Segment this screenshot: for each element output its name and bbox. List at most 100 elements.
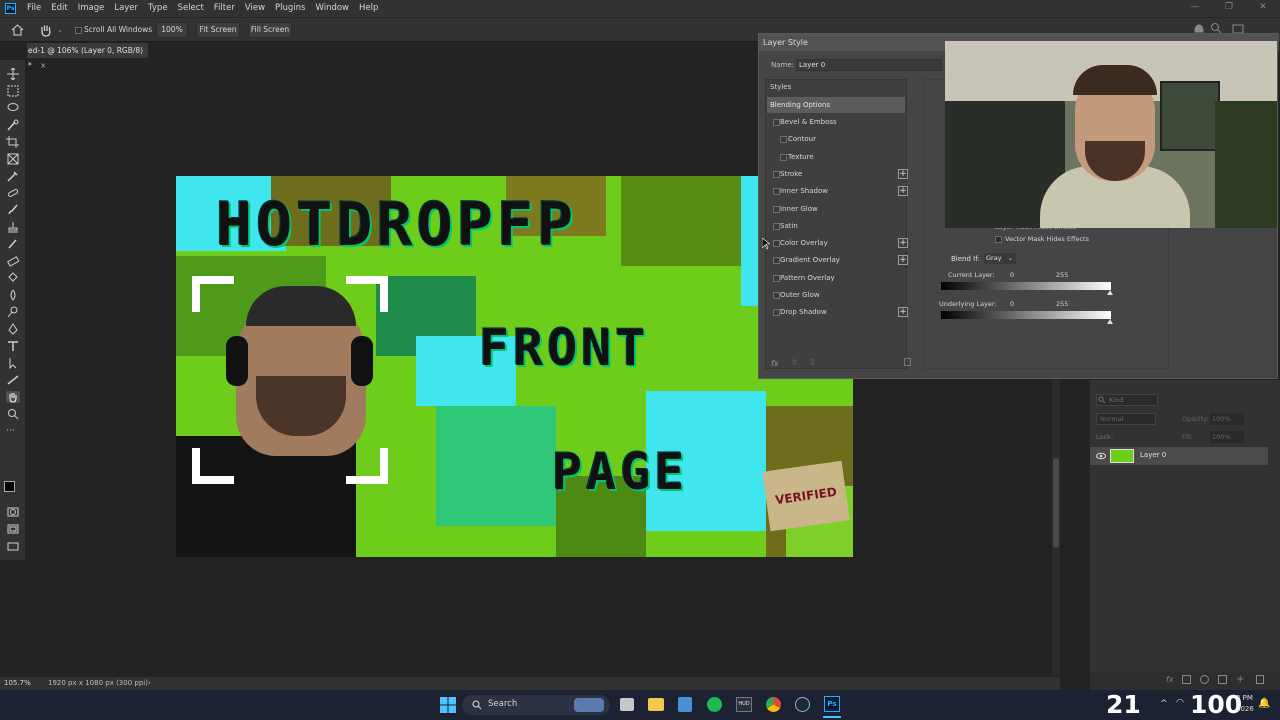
zoom-level[interactable]: 105.7% xyxy=(4,677,31,690)
style-item-stroke[interactable]: Stroke + xyxy=(767,166,908,182)
history-brush-icon[interactable] xyxy=(6,238,20,250)
chevron-down-icon[interactable]: ⌄ xyxy=(57,26,63,34)
menu-layer[interactable]: Layer xyxy=(109,0,143,17)
arrow-up-icon[interactable]: ⇧ xyxy=(791,358,798,367)
mask-icon[interactable] xyxy=(1182,675,1191,684)
style-checkbox[interactable] xyxy=(780,136,787,144)
add-style-plus-icon[interactable]: + xyxy=(898,186,908,197)
style-checkbox[interactable] xyxy=(773,292,780,299)
canvas-image[interactable]: VERIFIED HOTDROPFP FRONT PAGE xyxy=(176,176,853,557)
layer-name-input[interactable]: Layer 0 xyxy=(796,59,942,71)
paint-bucket-icon[interactable] xyxy=(6,272,20,284)
maximize-button[interactable]: ❐ xyxy=(1212,0,1246,17)
blend-mode-select[interactable]: Normal xyxy=(1096,413,1156,425)
menu-plugins[interactable]: Plugins xyxy=(270,0,310,17)
clock-time[interactable]: 2 PM xyxy=(1236,694,1253,702)
style-checkbox[interactable] xyxy=(773,274,780,282)
notepad-icon[interactable] xyxy=(678,697,692,712)
home-icon[interactable] xyxy=(11,24,24,36)
status-menu-arrow[interactable]: › xyxy=(148,677,151,690)
dodge-tool-icon[interactable] xyxy=(6,306,20,318)
current-layer-slider[interactable] xyxy=(941,282,1111,290)
crop-tool-icon[interactable] xyxy=(6,136,20,148)
document-tab[interactable]: ed-1 @ 106% (Layer 0, RGB/8) * × xyxy=(27,43,148,70)
arrow-down-icon[interactable]: ⇩ xyxy=(809,358,816,367)
eyedropper-icon[interactable] xyxy=(6,170,20,182)
menu-image[interactable]: Image xyxy=(73,0,110,17)
style-checkbox[interactable] xyxy=(773,119,780,126)
scroll-all-windows-checkbox[interactable] xyxy=(75,27,82,34)
vector-mask-checkbox[interactable] xyxy=(995,236,1002,243)
style-item-drop-shadow[interactable]: Drop Shadow + xyxy=(767,304,908,320)
edit-toolbar-icon[interactable] xyxy=(6,540,20,552)
blending-options-item[interactable]: Blending Options xyxy=(767,97,905,113)
menu-window[interactable]: Window xyxy=(310,0,354,17)
style-item-gradient-overlay[interactable]: Gradient Overlay + xyxy=(767,252,908,268)
style-checkbox[interactable] xyxy=(780,153,787,161)
style-checkbox[interactable] xyxy=(773,222,780,230)
style-checkbox[interactable] xyxy=(773,240,780,248)
style-item-bevel-emboss[interactable]: Bevel & Emboss xyxy=(767,114,907,130)
style-checkbox[interactable] xyxy=(773,188,780,196)
style-checkbox[interactable] xyxy=(773,205,780,213)
minimize-button[interactable]: — xyxy=(1178,0,1212,17)
eraser-tool-icon[interactable] xyxy=(6,255,20,267)
quick-select-icon[interactable] xyxy=(6,119,20,131)
blur-tool-icon[interactable] xyxy=(6,289,20,301)
style-checkbox[interactable] xyxy=(773,257,780,265)
clock-date[interactable]: 2026 xyxy=(1236,705,1254,713)
underlying-layer-slider[interactable] xyxy=(941,311,1111,319)
trash-icon[interactable] xyxy=(904,358,911,366)
style-item-texture[interactable]: Texture xyxy=(767,149,907,165)
style-item-inner-glow[interactable]: Inner Glow xyxy=(767,201,907,217)
healing-brush-icon[interactable] xyxy=(6,187,20,199)
menu-filter[interactable]: Filter xyxy=(209,0,240,17)
fit-screen-button[interactable]: Fit Screen xyxy=(196,22,240,38)
menu-file[interactable]: File xyxy=(22,0,46,17)
fx-icon[interactable]: fx xyxy=(771,359,779,368)
hand-tool-icon[interactable] xyxy=(39,23,53,37)
trash-icon[interactable] xyxy=(1256,675,1264,684)
slider-handle[interactable] xyxy=(1107,290,1113,295)
screen-mode-icon[interactable] xyxy=(6,523,20,535)
path-select-icon[interactable] xyxy=(6,357,20,369)
taskbar-search-box[interactable]: Search xyxy=(462,695,610,715)
close-button[interactable]: ✕ xyxy=(1246,0,1280,17)
rectangle-tool-icon[interactable] xyxy=(6,374,20,386)
adjustment-icon[interactable] xyxy=(1200,675,1209,684)
file-explorer-icon[interactable] xyxy=(648,698,664,711)
menu-help[interactable]: Help xyxy=(354,0,383,17)
chrome-icon[interactable] xyxy=(766,697,781,712)
quick-mask-icon[interactable] xyxy=(6,506,20,518)
slider-handle[interactable] xyxy=(1107,319,1113,324)
layer-name[interactable]: Layer 0 xyxy=(1140,451,1166,459)
vertical-scroll-thumb[interactable] xyxy=(1053,458,1059,548)
menu-select[interactable]: Select xyxy=(173,0,209,17)
steam-icon[interactable] xyxy=(795,697,810,712)
windows-start-icon[interactable] xyxy=(440,697,456,713)
document-info[interactable]: 1920 px x 1080 px (300 ppi) xyxy=(48,677,148,690)
chevron-up-icon[interactable]: ^ xyxy=(1160,699,1168,709)
layer-row[interactable]: Layer 0 xyxy=(1090,447,1268,465)
frame-tool-icon[interactable] xyxy=(6,153,20,165)
notification-bell-icon[interactable]: 🔔 xyxy=(1258,698,1270,709)
style-checkbox[interactable] xyxy=(773,309,780,317)
eye-icon[interactable] xyxy=(1096,452,1106,460)
wifi-icon[interactable]: ◠ xyxy=(1176,698,1184,708)
fx-icon[interactable]: fx xyxy=(1166,675,1174,684)
brush-tool-icon[interactable] xyxy=(6,204,20,216)
style-item-inner-shadow[interactable]: Inner Shadow + xyxy=(767,183,908,199)
opacity-input[interactable]: 100% xyxy=(1210,413,1244,425)
clone-stamp-icon[interactable] xyxy=(6,221,20,233)
pen-tool-icon[interactable] xyxy=(6,323,20,335)
add-style-plus-icon[interactable]: + xyxy=(898,307,908,318)
move-tool-icon[interactable] xyxy=(6,68,20,80)
task-view-icon[interactable] xyxy=(620,698,634,711)
menu-view[interactable]: View xyxy=(240,0,270,17)
fill-screen-button[interactable]: Fill Screen xyxy=(248,22,292,38)
style-item-color-overlay[interactable]: Color Overlay + xyxy=(767,235,908,251)
style-item-outer-glow[interactable]: Outer Glow xyxy=(767,287,907,303)
spotify-icon[interactable] xyxy=(707,697,722,712)
more-tools-icon[interactable]: ··· xyxy=(6,426,20,438)
add-style-plus-icon[interactable]: + xyxy=(898,168,908,179)
